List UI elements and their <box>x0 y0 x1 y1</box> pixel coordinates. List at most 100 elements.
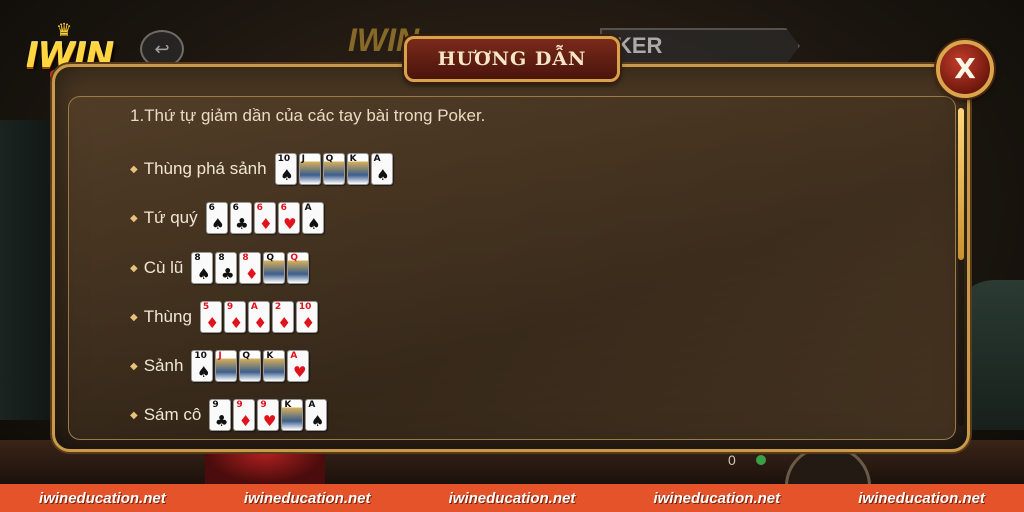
playing-card: 6 ♥ <box>277 202 300 234</box>
playing-card: K♠ <box>346 153 369 185</box>
hand-row: ◆Cù lũ8♠8♣8♦Q♠Q♦ <box>130 251 311 285</box>
footer-watermark: iwineducation.net <box>448 489 576 507</box>
playing-card: Q♠ <box>239 350 262 382</box>
background-counter: 0 <box>728 452 736 468</box>
card-suit-icon: ♠ <box>280 166 294 184</box>
playing-card: Q♠ <box>322 153 345 185</box>
card-suit-icon: ♦ <box>238 412 253 430</box>
playing-card: 5 ♦ <box>199 301 222 333</box>
playing-card: 8 ♠ <box>191 252 214 284</box>
hand-row: ◆ Thùng 5 ♦ 9 ♦ A ♦ 2 ♦ 10 ♦ <box>130 300 320 334</box>
card-rank: 8 <box>242 253 249 263</box>
scrollbar-track[interactable] <box>958 108 964 426</box>
playing-card: Q♠ <box>263 252 286 284</box>
hand-cards: 10♠J♦Q♠K♠A♥ <box>191 350 311 382</box>
card-rank: 9 <box>226 302 234 312</box>
playing-card: A ♥ <box>287 350 310 382</box>
bullet-icon: ◆ <box>130 212 138 224</box>
playing-card: A ♠ <box>370 153 393 185</box>
hand-cards: 6 ♠ 6 ♣ 6 ♦ 6 ♥ A ♠ <box>205 202 326 234</box>
footer-watermark: iwineducation.net <box>858 489 985 507</box>
back-button[interactable]: ↩ <box>140 30 184 68</box>
playing-card: 9 ♥ <box>257 399 280 431</box>
card-suit-icon: ♣ <box>235 215 249 233</box>
footer-watermark: iwineducation.net <box>243 489 371 507</box>
hand-cards: 9♣9♦9♥K♣A♠ <box>209 399 329 431</box>
card-rank: J <box>301 154 305 164</box>
hand-row: ◆Thùng phá sảnh10♠J♠Q♠K♠A♠ <box>130 152 395 186</box>
hand-name: Sám cô <box>143 405 202 424</box>
card-rank: 10 <box>298 302 312 312</box>
playing-card: Q♦ <box>287 252 310 284</box>
dialog-title-banner: HƯƠNG DẪN <box>404 36 620 82</box>
card-suit-icon: ♥ <box>292 363 307 381</box>
playing-card: 6 ♠ <box>205 202 228 234</box>
card-suit-icon: ♦ <box>253 314 267 332</box>
playing-card: A ♠ <box>305 399 328 431</box>
playing-card: 10 ♠ <box>191 350 214 382</box>
card-suit-icon: ♦ <box>301 314 315 332</box>
card-suit-icon: ♦ <box>277 314 291 332</box>
playing-card: 8 ♦ <box>239 252 262 284</box>
card-rank: 8 <box>218 253 225 263</box>
card-rank: A <box>308 400 316 410</box>
hand-name: Thùng <box>143 307 192 326</box>
hand-row: ◆Sảnh10♠J♦Q♠K♠A♥ <box>130 349 311 383</box>
playing-card: 10 ♦ <box>295 301 318 333</box>
close-icon: X <box>954 52 976 85</box>
card-rank: K <box>284 400 292 410</box>
playing-card: A ♦ <box>247 301 270 333</box>
hand-row: ◆Sám cô9♣9♦9♥K♣A♠ <box>130 398 329 432</box>
card-rank: 10 <box>277 154 291 164</box>
card-suit-icon: ♠ <box>196 363 211 381</box>
card-suit-icon: ♦ <box>229 314 243 332</box>
scrollbar-thumb[interactable] <box>958 108 964 260</box>
card-suit-icon: ♠ <box>211 215 225 233</box>
card-rank: A <box>304 203 312 213</box>
bullet-icon: ◆ <box>130 409 138 421</box>
card-suit-icon: ♠ <box>196 265 211 283</box>
card-suit-icon: ♦ <box>205 314 219 332</box>
card-rank: Q <box>290 253 299 263</box>
bullet-icon: ◆ <box>130 262 138 274</box>
card-rank: K <box>266 351 274 361</box>
card-rank: 6 <box>256 203 263 213</box>
card-suit-icon: ♣ <box>214 412 229 430</box>
background-table-left <box>0 120 60 420</box>
header-game-tab: KER <box>600 28 800 64</box>
playing-card: 8 ♣ <box>215 252 238 284</box>
playing-card: 2 ♦ <box>271 301 294 333</box>
card-rank: 9 <box>212 400 219 410</box>
hand-name: Sảnh <box>143 356 184 375</box>
card-rank: J <box>218 351 222 361</box>
hand-row: ◆ Tứ quý 6 ♠ 6 ♣ 6 ♦ 6 ♥ A ♠ <box>130 201 326 235</box>
hand-cards: 8♠8♣8♦Q♠Q♦ <box>191 252 311 284</box>
hand-name: Thùng phá sảnh <box>143 159 267 178</box>
card-rank: 8 <box>194 253 201 263</box>
card-suit-icon: ♠ <box>376 166 390 184</box>
playing-card: K♠ <box>263 350 286 382</box>
hand-cards: 10♠J♠Q♠K♠A♠ <box>274 153 395 185</box>
hand-name: Tứ quý <box>143 208 198 227</box>
playing-card: A ♠ <box>301 202 324 234</box>
card-rank: 9 <box>236 400 243 410</box>
hand-cards: 5 ♦ 9 ♦ A ♦ 2 ♦ 10 ♦ <box>199 301 320 333</box>
card-rank: A <box>290 351 298 361</box>
footer-watermark: iwineducation.net <box>653 489 781 507</box>
footer-watermark: iwineducation.net <box>39 489 166 507</box>
playing-card: J♠ <box>298 153 321 185</box>
card-suit-icon: ♠ <box>310 412 325 430</box>
playing-card: 9 ♦ <box>233 399 256 431</box>
guide-heading: 1.Thứ tự giảm dần của các tay bài trong … <box>130 106 486 125</box>
card-suit-icon: ♦ <box>244 265 259 283</box>
back-arrow-icon: ↩ <box>154 38 170 59</box>
card-rank: Q <box>242 351 251 361</box>
playing-card: 9 ♦ <box>223 301 246 333</box>
card-rank: Q <box>266 253 275 263</box>
playing-card: 6 ♣ <box>229 202 252 234</box>
card-rank: 9 <box>260 400 267 410</box>
card-rank: 6 <box>232 203 239 213</box>
card-suit-icon: ♣ <box>220 265 235 283</box>
card-rank: Q <box>325 154 334 164</box>
close-button[interactable]: X <box>936 40 994 98</box>
